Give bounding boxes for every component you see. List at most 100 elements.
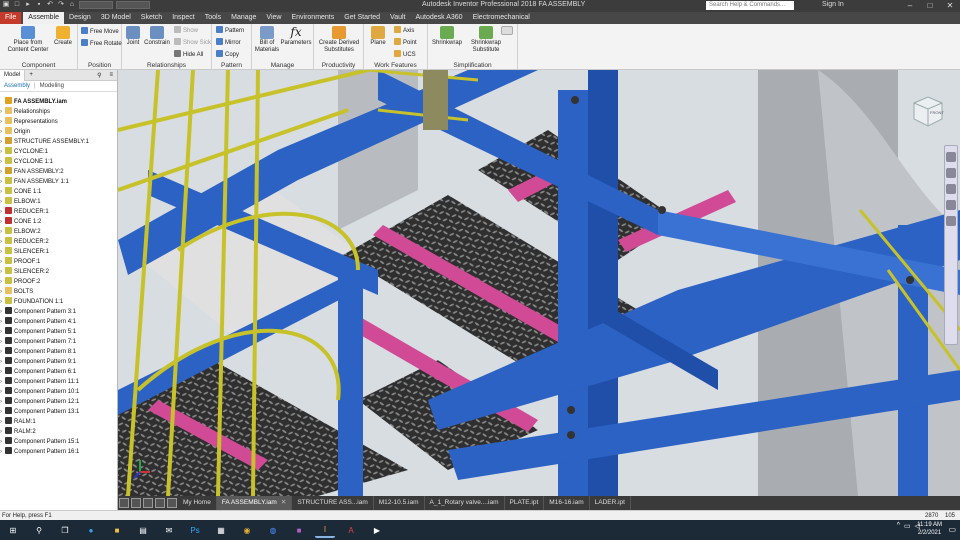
tab-view[interactable]: View — [261, 12, 286, 24]
tree-item[interactable]: › Origin — [0, 127, 118, 137]
doc-tab-lader[interactable]: LADER.ipt — [590, 496, 631, 510]
maximize-button[interactable]: □ — [920, 0, 940, 12]
doc-tab-rotary-valve[interactable]: A_1_Rotary valve....iam — [425, 496, 505, 510]
pan-icon[interactable] — [946, 168, 956, 178]
tree-item[interactable]: › Component Pattern 5:1 — [0, 327, 118, 337]
doc-tab-fa-assembly[interactable]: FA ASSEMBLY.iam ✕ — [216, 496, 293, 510]
viewcube[interactable]: FRONT — [910, 95, 946, 129]
show-button[interactable]: Show — [174, 26, 198, 35]
home-icon[interactable]: ⌂ — [68, 1, 76, 9]
tree-item[interactable]: FA ASSEMBLY.iam — [0, 97, 118, 107]
mail-icon[interactable]: ✉ — [159, 522, 179, 538]
tile-horizontal-icon[interactable] — [131, 498, 141, 508]
tree-item[interactable]: › Component Pattern 12:1 — [0, 397, 118, 407]
joint-button[interactable]: Joint — [124, 26, 142, 47]
tree-item[interactable]: › SILENCER:2 — [0, 267, 118, 277]
mirror-button[interactable]: Mirror — [216, 38, 241, 47]
undo-icon[interactable]: ↶ — [46, 1, 54, 9]
orbit-icon[interactable] — [946, 200, 956, 210]
axis-button[interactable]: Axis — [394, 26, 414, 35]
tree-item[interactable]: › CYCLONE:1 — [0, 147, 118, 157]
place-from-content-center-button[interactable]: Place from Content Center — [6, 26, 50, 54]
copy-button[interactable]: Copy — [216, 50, 239, 59]
browser-modeling-view[interactable]: Modeling — [36, 83, 68, 89]
autocad-icon[interactable]: A — [341, 522, 361, 538]
zoom-app-icon[interactable]: ◍ — [263, 522, 283, 538]
media-icon[interactable]: ▶ — [367, 522, 387, 538]
work-features-panel-title[interactable]: Work Features — [364, 62, 427, 69]
3d-model-view[interactable] — [118, 70, 960, 496]
cascade-icon[interactable] — [143, 498, 153, 508]
appearance-dropdown[interactable] — [116, 1, 150, 9]
tree-item[interactable]: › PROOF:2 — [0, 277, 118, 287]
tree-item[interactable]: › Representations — [0, 117, 118, 127]
position-panel-title[interactable]: Position — [78, 62, 121, 69]
material-dropdown[interactable] — [79, 1, 113, 9]
notifications-icon[interactable]: ▭ — [948, 525, 956, 534]
tab-environments[interactable]: Environments — [286, 12, 339, 24]
navigation-bar[interactable] — [944, 145, 958, 345]
free-move-button[interactable]: Free Move — [81, 27, 119, 36]
ucs-button[interactable]: UCS — [394, 50, 416, 59]
tree-item[interactable]: › CONE 1:1 — [0, 187, 118, 197]
tree-item[interactable]: › PROOF:1 — [0, 257, 118, 267]
tree-item[interactable]: › Component Pattern 15:1 — [0, 437, 118, 447]
tree-item[interactable]: › Component Pattern 8:1 — [0, 347, 118, 357]
tab-electromechanical[interactable]: Electromechanical — [468, 12, 535, 24]
chrome-icon[interactable]: ◉ — [237, 522, 257, 538]
clock[interactable]: 11:19 AM 2/2/2021 — [917, 521, 942, 537]
browser-search-icon[interactable]: ⚲ — [93, 72, 105, 79]
create-derived-substitutes-button[interactable]: Create Derived Substitutes — [316, 26, 362, 54]
new-icon[interactable]: □ — [13, 1, 21, 9]
pattern-panel-title[interactable]: Pattern — [212, 62, 251, 69]
tab-get-started[interactable]: Get Started — [339, 12, 385, 24]
sign-in-link[interactable]: Sign In — [822, 1, 844, 8]
tab-assemble[interactable]: Assemble — [23, 12, 65, 24]
tree-item[interactable]: › FAN ASSEMBLY 1:1 — [0, 177, 118, 187]
hide-all-button[interactable]: Hide All — [174, 50, 203, 59]
tab-sketch[interactable]: Sketch — [136, 12, 167, 24]
tree-item[interactable]: › Component Pattern 11:1 — [0, 377, 118, 387]
point-button[interactable]: Point — [394, 38, 417, 47]
relationships-panel-title[interactable]: Relationships — [122, 62, 211, 69]
tree-item[interactable]: › ELBOW:2 — [0, 227, 118, 237]
shrinkwrap-button[interactable]: Shrinkwrap — [430, 26, 464, 47]
plane-button[interactable]: Plane — [366, 26, 390, 47]
steering-wheel-icon[interactable] — [946, 152, 956, 162]
browser-add-tab-button[interactable]: + — [25, 72, 37, 78]
tree-item[interactable]: › ELBOW:1 — [0, 197, 118, 207]
close-button[interactable]: ✕ — [940, 0, 960, 12]
inventor-icon[interactable]: I — [315, 522, 335, 538]
arrange-icon[interactable] — [155, 498, 165, 508]
tree-item[interactable]: › Component Pattern 13:1 — [0, 407, 118, 417]
simplification-panel-title[interactable]: Simplification — [428, 62, 517, 69]
tab-design[interactable]: Design — [64, 12, 96, 24]
photos-icon[interactable]: ▦ — [211, 522, 231, 538]
open-icon[interactable]: ▸ — [24, 1, 32, 9]
tab-3d-model[interactable]: 3D Model — [96, 12, 136, 24]
minimize-button[interactable]: – — [900, 0, 920, 12]
productivity-panel-title[interactable]: Productivity — [314, 62, 363, 69]
tree-item[interactable]: › BOLTS — [0, 287, 118, 297]
tree-item[interactable]: › SILENCER:1 — [0, 247, 118, 257]
doc-tab-m16[interactable]: M16-16.iam — [544, 496, 590, 510]
tab-manage[interactable]: Manage — [226, 12, 261, 24]
tree-item[interactable]: › Component Pattern 3:1 — [0, 307, 118, 317]
tree-item[interactable]: › Relationships — [0, 107, 118, 117]
zoom-icon[interactable] — [946, 184, 956, 194]
tab-file[interactable]: File — [0, 12, 22, 24]
edge-icon[interactable]: ● — [81, 522, 101, 538]
look-at-icon[interactable] — [946, 216, 956, 226]
tree-item[interactable]: › RALM:1 — [0, 417, 118, 427]
ribbon-options-icon[interactable] — [498, 26, 516, 36]
search-help-input[interactable]: Search Help & Commands... — [706, 1, 794, 10]
tile-vertical-icon[interactable] — [119, 498, 129, 508]
photoshop-icon[interactable]: Ps — [185, 522, 205, 538]
start-icon[interactable]: ⊞ — [3, 522, 23, 538]
doc-tab-m12[interactable]: M12-10.5.iam — [374, 496, 425, 510]
tree-item[interactable]: › Component Pattern 9:1 — [0, 357, 118, 367]
close-tab-icon[interactable]: ✕ — [281, 499, 286, 506]
tab-vault[interactable]: Vault — [385, 12, 410, 24]
doc-tab-plate[interactable]: PLATE.ipt — [505, 496, 545, 510]
tree-item[interactable]: › Component Pattern 10:1 — [0, 387, 118, 397]
